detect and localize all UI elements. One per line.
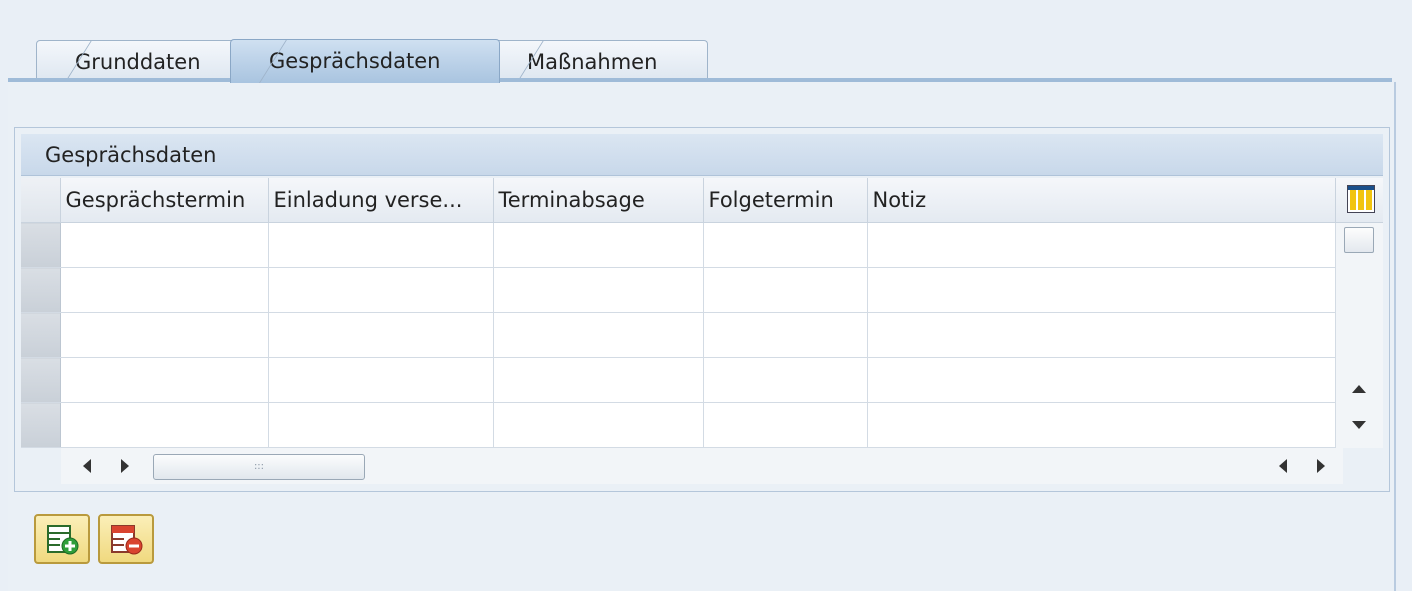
column-header-notiz[interactable]: Notiz — [867, 178, 1336, 223]
cell-folgetermin[interactable] — [703, 402, 868, 448]
row-selector[interactable] — [21, 267, 61, 313]
delete-row-button[interactable] — [98, 514, 154, 564]
vertical-scrollbar[interactable] — [1335, 222, 1383, 448]
horizontal-scroll-thumb[interactable]: ::: — [153, 454, 365, 480]
tab-grunddaten[interactable]: Grunddaten — [36, 40, 248, 82]
tab-label: Grunddaten — [75, 50, 201, 74]
row-selector[interactable] — [21, 312, 61, 358]
table-row — [21, 267, 1383, 313]
scroll-right-icon[interactable] — [121, 459, 129, 473]
scroll-left-end-icon[interactable] — [1279, 459, 1287, 473]
table-header-row: Gesprächstermin Einladung verse... Termi… — [21, 178, 1383, 223]
scroll-up-icon[interactable] — [1351, 385, 1366, 393]
cell-gespraechstermin[interactable] — [60, 222, 269, 268]
cell-gespraechstermin[interactable] — [60, 267, 269, 313]
column-header-terminabsage[interactable]: Terminabsage — [493, 178, 704, 223]
tab-massnahmen[interactable]: Maßnahmen — [488, 40, 708, 82]
select-all-cell[interactable] — [21, 178, 61, 223]
cell-folgetermin[interactable] — [703, 312, 868, 358]
gespraechsdaten-table: Gesprächstermin Einladung verse... Termi… — [21, 178, 1383, 448]
cell-terminabsage[interactable] — [493, 357, 704, 403]
cell-terminabsage[interactable] — [493, 267, 704, 313]
column-settings-icon[interactable] — [1347, 185, 1375, 213]
group-title: Gesprächsdaten — [21, 134, 1383, 176]
column-config-cell — [1335, 178, 1383, 223]
gespraechsdaten-group: Gesprächsdaten Gesprächstermin Einladung… — [14, 127, 1390, 492]
insert-row-icon — [47, 525, 79, 555]
table-row — [21, 312, 1383, 358]
cell-gespraechstermin[interactable] — [60, 312, 269, 358]
cell-einladung[interactable] — [268, 312, 494, 358]
delete-row-icon — [111, 525, 143, 555]
cell-notiz[interactable] — [867, 402, 1336, 448]
tab-label: Maßnahmen — [527, 50, 658, 74]
tab-label: Gesprächsdaten — [269, 49, 441, 73]
cell-einladung[interactable] — [268, 222, 494, 268]
table-row — [21, 222, 1383, 448]
cell-einladung[interactable] — [268, 402, 494, 448]
row-selector[interactable] — [21, 357, 61, 403]
column-header-einladung[interactable]: Einladung verse... — [268, 178, 494, 223]
cell-terminabsage[interactable] — [493, 312, 704, 358]
cell-notiz[interactable] — [867, 357, 1336, 403]
row-selector[interactable] — [21, 222, 61, 268]
column-header-folgetermin[interactable]: Folgetermin — [703, 178, 868, 223]
insert-row-button[interactable] — [34, 514, 90, 564]
tab-gespraechsdaten[interactable]: Gesprächsdaten — [230, 39, 500, 83]
column-header-gespraechstermin[interactable]: Gesprächstermin — [60, 178, 269, 223]
cell-einladung[interactable] — [268, 357, 494, 403]
cell-terminabsage[interactable] — [493, 402, 704, 448]
cell-terminabsage[interactable] — [493, 222, 704, 268]
table-row — [21, 402, 1383, 448]
tab-content-panel: Gesprächsdaten Gesprächstermin Einladung… — [8, 82, 1396, 591]
horizontal-scrollbar[interactable]: ::: — [61, 448, 1343, 484]
table-row — [21, 357, 1383, 403]
cell-folgetermin[interactable] — [703, 357, 868, 403]
cell-notiz[interactable] — [867, 222, 1336, 268]
cell-gespraechstermin[interactable] — [60, 357, 269, 403]
scroll-left-icon[interactable] — [83, 459, 91, 473]
cell-folgetermin[interactable] — [703, 222, 868, 268]
cell-einladung[interactable] — [268, 267, 494, 313]
scroll-right-end-icon[interactable] — [1317, 459, 1325, 473]
scroll-down-icon[interactable] — [1351, 421, 1366, 429]
cell-notiz[interactable] — [867, 267, 1336, 313]
row-selector[interactable] — [21, 402, 61, 448]
cell-gespraechstermin[interactable] — [60, 402, 269, 448]
cell-notiz[interactable] — [867, 312, 1336, 358]
cell-folgetermin[interactable] — [703, 267, 868, 313]
vertical-scroll-thumb[interactable] — [1343, 227, 1374, 253]
